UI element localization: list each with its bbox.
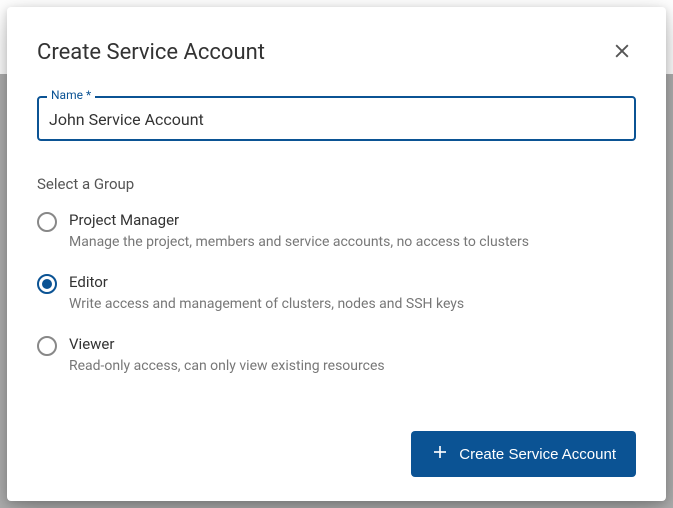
radio-description: Read-only access, can only view existing… [69, 357, 636, 375]
create-service-account-button[interactable]: Create Service Account [411, 431, 636, 477]
create-button-label: Create Service Account [459, 446, 616, 463]
modal-header: Create Service Account [37, 37, 636, 68]
radio-texts: Project Manager Manage the project, memb… [69, 211, 636, 251]
required-indicator: * [86, 88, 91, 102]
radio-icon [37, 336, 57, 356]
radio-texts: Viewer Read-only access, can only view e… [69, 335, 636, 375]
name-input[interactable] [37, 96, 636, 141]
radio-title: Viewer [69, 335, 636, 353]
name-field-wrapper: Name * [37, 96, 636, 141]
radio-title: Project Manager [69, 211, 636, 229]
name-label-text: Name [51, 88, 83, 102]
group-option-editor[interactable]: Editor Write access and management of cl… [37, 273, 636, 313]
radio-description: Write access and management of clusters,… [69, 295, 636, 313]
modal-title: Create Service Account [37, 40, 265, 65]
radio-icon [37, 274, 57, 294]
group-option-viewer[interactable]: Viewer Read-only access, can only view e… [37, 335, 636, 375]
close-button[interactable] [608, 37, 636, 68]
name-field-label: Name * [47, 88, 95, 102]
close-icon [612, 41, 632, 64]
radio-icon [37, 212, 57, 232]
create-service-account-modal: Create Service Account Name * Select a G… [7, 7, 666, 501]
modal-footer: Create Service Account [37, 431, 636, 477]
radio-title: Editor [69, 273, 636, 291]
plus-icon [431, 443, 449, 465]
group-option-project-manager[interactable]: Project Manager Manage the project, memb… [37, 211, 636, 251]
radio-description: Manage the project, members and service … [69, 233, 636, 251]
radio-texts: Editor Write access and management of cl… [69, 273, 636, 313]
group-section-label: Select a Group [37, 175, 636, 193]
